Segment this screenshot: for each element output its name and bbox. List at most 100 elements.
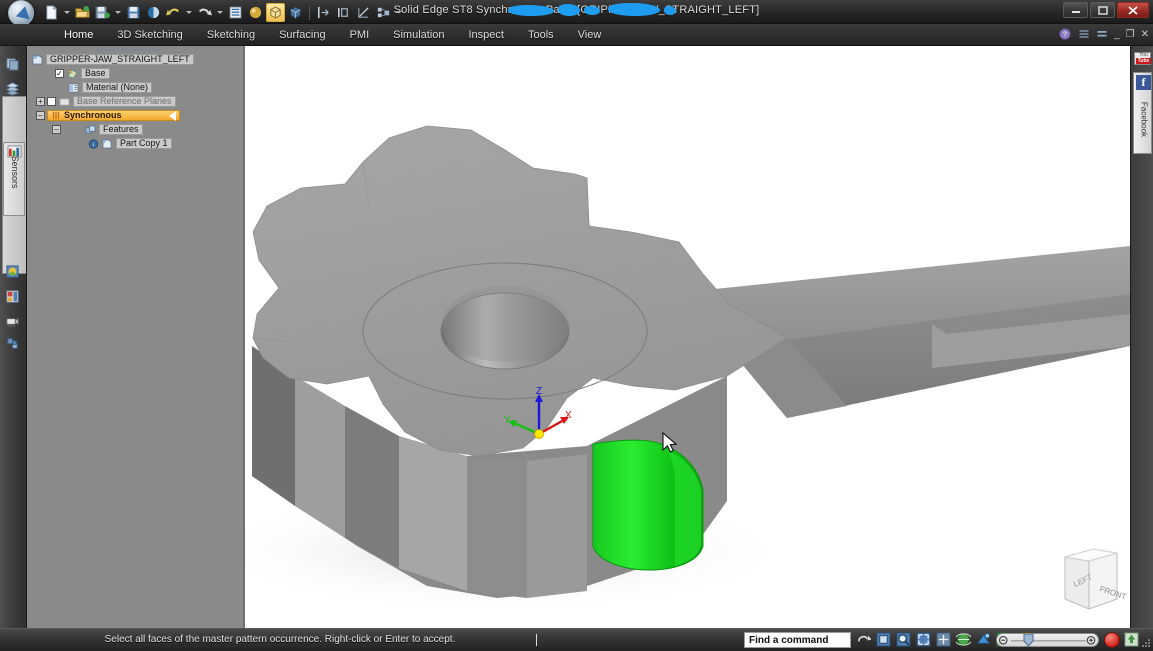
tab-pmi[interactable]: PMI	[338, 24, 382, 46]
select-tool-button[interactable]	[314, 3, 333, 22]
undo-dropdown-icon[interactable]	[186, 11, 192, 14]
sidebar-item-sensors[interactable]: Sensors	[3, 142, 25, 216]
sync-icon	[51, 111, 61, 120]
zoom-slider-handle[interactable]	[1023, 634, 1034, 647]
color-manager-icon[interactable]	[5, 264, 23, 282]
shaded-view-button[interactable]	[246, 3, 265, 22]
fit-icon[interactable]	[876, 632, 892, 648]
tree-label-material: Material (None)	[82, 82, 152, 93]
info-icon: i	[88, 139, 99, 149]
close-button[interactable]	[1117, 2, 1149, 18]
quick-access-toolbar	[42, 2, 404, 23]
status-message: Select all faces of the master pattern o…	[0, 634, 560, 645]
material-icon	[68, 83, 79, 93]
save-dropdown-icon[interactable]	[115, 11, 121, 14]
parts-library-icon[interactable]	[5, 289, 23, 307]
undo-button[interactable]	[164, 3, 183, 22]
document-minimize-button[interactable]: _	[1114, 29, 1120, 40]
find-a-command-input[interactable]: Find a command	[744, 632, 851, 648]
tree-node-material[interactable]: Material (None)	[30, 82, 240, 93]
application-button[interactable]	[6, 0, 40, 24]
expander-base-reference-planes[interactable]: +	[36, 97, 45, 106]
resize-grip[interactable]	[1141, 639, 1151, 649]
expander-synchronous[interactable]: –	[36, 111, 45, 120]
save-as-button[interactable]	[93, 3, 112, 22]
pathfinder-panel: GRIPPER-JAW_STRAIGHT_LEFT ✓ Base Materia…	[27, 46, 243, 628]
tree-node-part-root[interactable]: GRIPPER-JAW_STRAIGHT_LEFT	[30, 54, 240, 65]
record-icon[interactable]	[1104, 632, 1120, 648]
document-restore-button[interactable]: ❐	[1126, 29, 1135, 40]
save-button[interactable]	[124, 3, 143, 22]
title-bar: Solid Edge ST8 Synchronous Part - [GRIPP…	[0, 0, 1153, 24]
more-commands-icon[interactable]	[396, 11, 402, 14]
youtube-line2: Tube	[1136, 58, 1151, 64]
pattern-tool-button[interactable]	[374, 3, 393, 22]
pathfinder-icon[interactable]	[5, 56, 23, 74]
minimize-button[interactable]	[1063, 2, 1088, 18]
document-close-button[interactable]: ✕	[1141, 29, 1149, 40]
panel-splitter[interactable]	[243, 46, 245, 628]
tree-label-features: Features	[99, 124, 143, 135]
tab-tools[interactable]: Tools	[516, 24, 566, 46]
svg-text:?: ?	[1063, 32, 1067, 39]
panel-drag-handle[interactable]	[97, 48, 177, 53]
sketch-view-button[interactable]	[354, 3, 373, 22]
tree-node-part-copy-1[interactable]: i Part Copy 1	[30, 138, 240, 149]
rotate-view-button[interactable]	[334, 3, 353, 22]
redo-dropdown-icon[interactable]	[217, 11, 223, 14]
upload-icon[interactable]	[1124, 632, 1140, 648]
expander-features[interactable]: –	[52, 125, 61, 134]
toolbar-separator	[309, 6, 310, 20]
base-icon	[67, 69, 78, 79]
look-at-icon[interactable]	[976, 632, 992, 648]
family-parts-icon[interactable]	[5, 336, 23, 354]
redo-button[interactable]	[195, 3, 214, 22]
tree-node-base-reference-planes[interactable]: + Base Reference Planes	[30, 96, 240, 107]
zoom-area-icon[interactable]	[896, 632, 912, 648]
tree-node-base[interactable]: ✓ Base	[30, 68, 240, 79]
left-dock-bar: Sensors	[0, 46, 27, 628]
layers-icon[interactable]	[5, 81, 23, 99]
base-checkbox[interactable]: ✓	[55, 69, 64, 78]
help-icon[interactable]: ?	[1058, 27, 1072, 41]
tab-home[interactable]: Home	[52, 24, 105, 46]
zoom-out-icon[interactable]	[998, 635, 1010, 647]
print-button[interactable]	[144, 3, 163, 22]
new-dropdown-icon[interactable]	[64, 11, 70, 14]
features-icon	[85, 125, 96, 135]
repeat-arrow-icon[interactable]	[856, 632, 872, 648]
new-document-button[interactable]	[42, 3, 61, 22]
tab-inspect[interactable]: Inspect	[457, 24, 516, 46]
tab-3d-sketching[interactable]: 3D Sketching	[105, 24, 194, 46]
status-text-caret	[536, 634, 537, 646]
tab-sketching[interactable]: Sketching	[195, 24, 267, 46]
ribbon-display-options-icon[interactable]	[1078, 28, 1090, 40]
maximize-button[interactable]	[1090, 2, 1115, 18]
base-reference-planes-checkbox[interactable]	[47, 97, 56, 106]
facebook-icon: f	[1136, 75, 1151, 90]
zoom-in-icon[interactable]	[1085, 635, 1097, 647]
pan-icon[interactable]	[936, 632, 952, 648]
partcopy-icon	[102, 139, 113, 149]
open-document-button[interactable]	[73, 3, 92, 22]
title-overlay-artifact	[508, 2, 700, 18]
ribbon-minimize-icon[interactable]	[1096, 28, 1108, 40]
zoom-window-icon[interactable]	[916, 632, 932, 648]
camera-icon[interactable]	[5, 314, 23, 332]
visible-edges-button[interactable]	[286, 3, 305, 22]
shaded-with-edges-button[interactable]	[266, 3, 285, 22]
solid-edge-logo-icon	[16, 5, 32, 20]
tree-label-base-reference-planes: Base Reference Planes	[73, 96, 176, 107]
properties-button[interactable]	[226, 3, 245, 22]
tree-label-part-root: GRIPPER-JAW_STRAIGHT_LEFT	[46, 54, 194, 65]
facebook-tab[interactable]: f Facebook	[1133, 72, 1152, 154]
tab-simulation[interactable]: Simulation	[381, 24, 456, 46]
tab-view[interactable]: View	[566, 24, 614, 46]
rotate-globe-icon[interactable]	[956, 632, 972, 648]
youtube-icon[interactable]: You Tube	[1134, 52, 1151, 65]
tree-node-synchronous[interactable]: – Synchronous	[30, 110, 240, 121]
zoom-slider[interactable]	[996, 633, 1099, 647]
tree-node-features[interactable]: – Features	[30, 124, 240, 135]
tab-surfacing[interactable]: Surfacing	[267, 24, 337, 46]
facebook-label: Facebook	[1140, 94, 1149, 146]
